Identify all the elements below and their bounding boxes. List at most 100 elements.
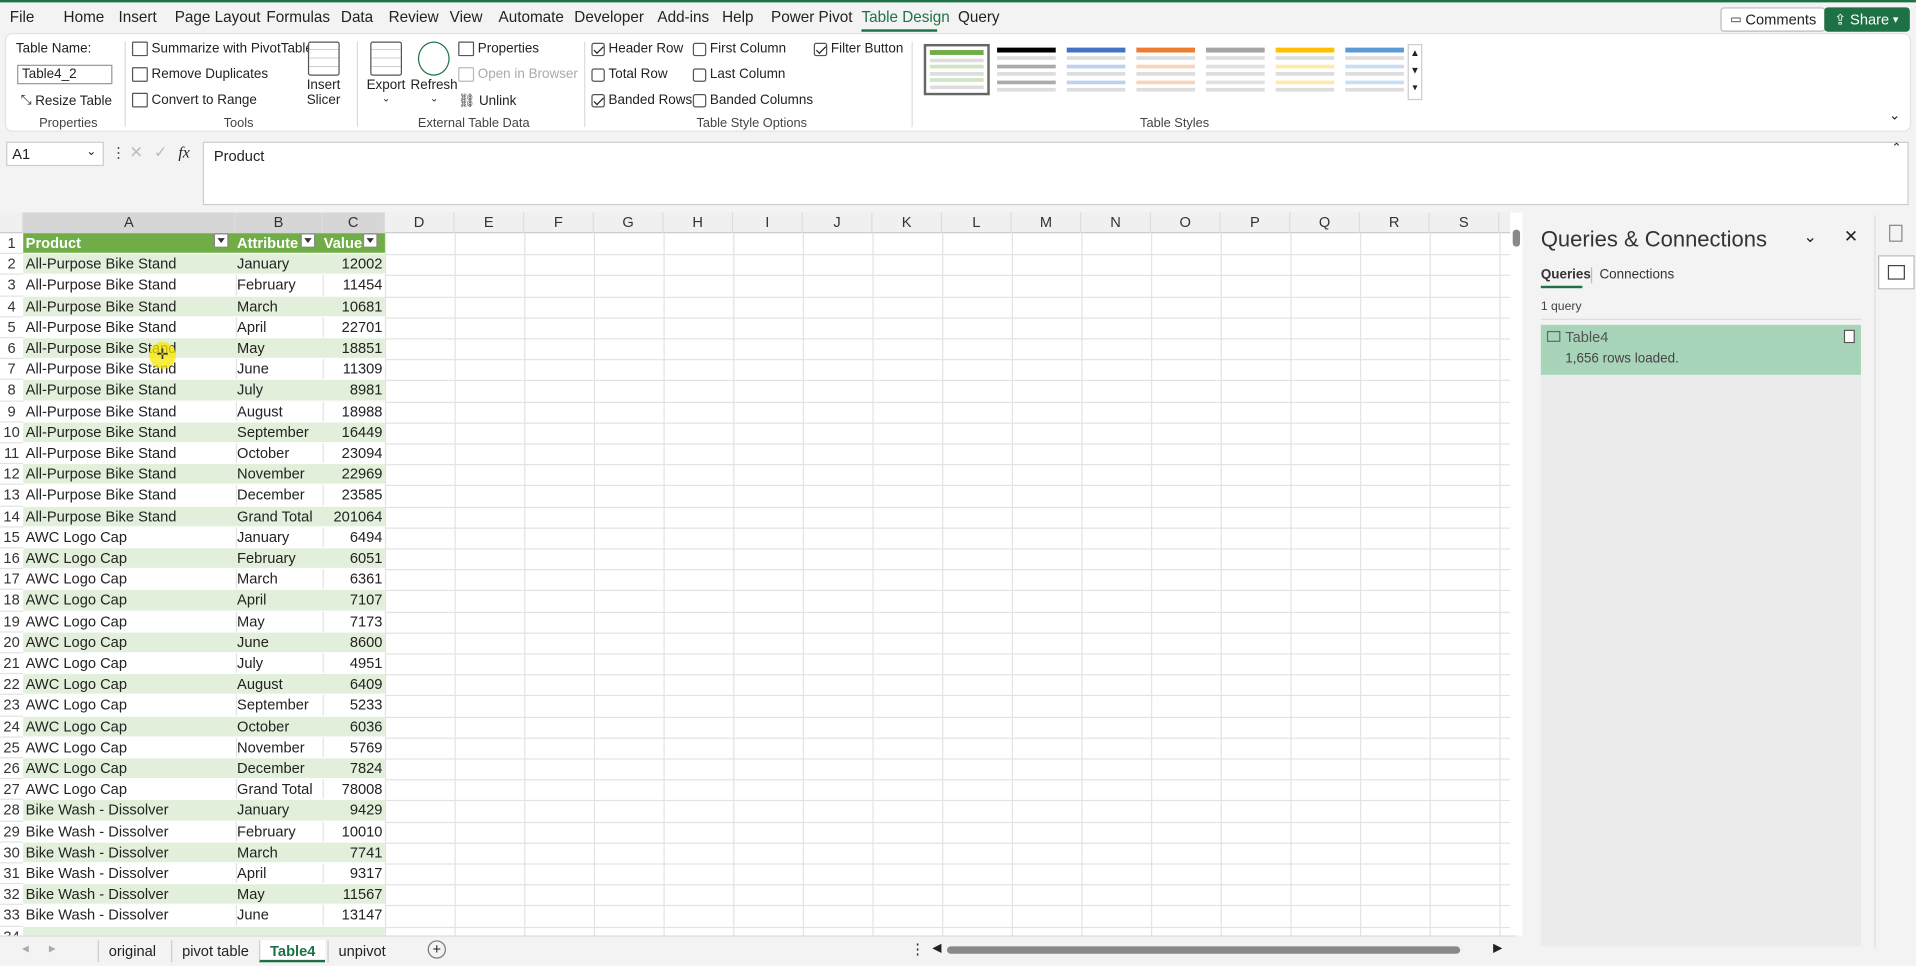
value-cell[interactable]: 7173 bbox=[324, 611, 383, 632]
first-column-option[interactable]: First Column bbox=[692, 42, 786, 56]
row-header[interactable]: 6 bbox=[0, 338, 24, 360]
attribute-cell[interactable]: May bbox=[237, 611, 320, 632]
table-row[interactable]: AWC Logo Cap September 5233 bbox=[23, 695, 385, 717]
table-row[interactable]: All-Purpose Bike Stand November 22969 bbox=[23, 464, 385, 486]
row-header[interactable]: 19 bbox=[0, 611, 24, 633]
attribute-cell[interactable]: October bbox=[237, 443, 320, 464]
attribute-cell[interactable]: Grand Total bbox=[237, 779, 320, 800]
value-cell[interactable]: 18988 bbox=[324, 401, 383, 422]
row-header[interactable]: 10 bbox=[0, 422, 24, 444]
row-header[interactable]: 33 bbox=[0, 905, 24, 927]
table-row[interactable]: All-Purpose Bike Stand March 10681 bbox=[23, 296, 385, 318]
menu-add-ins[interactable]: Add-ins bbox=[657, 9, 709, 26]
attribute-cell[interactable]: February bbox=[237, 275, 320, 296]
table-row[interactable]: AWC Logo Cap Grand Total 78008 bbox=[23, 779, 385, 801]
formula-input[interactable]: Product bbox=[202, 141, 1909, 206]
value-cell[interactable]: 13147 bbox=[324, 905, 383, 926]
table-row[interactable]: AWC Logo Cap January 6494 bbox=[23, 527, 385, 549]
product-cell[interactable]: All-Purpose Bike Stand bbox=[26, 443, 234, 464]
product-cell[interactable]: All-Purpose Bike Stand bbox=[26, 254, 234, 275]
attribute-cell[interactable]: November bbox=[237, 737, 320, 758]
attribute-cell[interactable]: November bbox=[237, 464, 320, 485]
menu-developer[interactable]: Developer bbox=[574, 9, 644, 26]
column-header-c[interactable]: C bbox=[322, 212, 385, 234]
value-cell[interactable]: 9317 bbox=[324, 863, 383, 884]
value-cell[interactable]: 22701 bbox=[324, 317, 383, 338]
product-cell[interactable]: AWC Logo Cap bbox=[26, 758, 234, 779]
row-header[interactable]: 24 bbox=[0, 716, 24, 738]
row-header[interactable]: 5 bbox=[0, 317, 24, 339]
value-cell[interactable]: 5769 bbox=[324, 737, 383, 758]
attribute-cell[interactable]: April bbox=[237, 863, 320, 884]
value-cell[interactable]: 11567 bbox=[324, 884, 383, 905]
table-row[interactable]: AWC Logo Cap May 7173 bbox=[23, 611, 385, 633]
header-row-option[interactable]: Header Row bbox=[591, 42, 683, 56]
banded-rows-checkbox[interactable] bbox=[591, 93, 605, 107]
column-header-a[interactable]: A bbox=[23, 212, 236, 234]
row-header[interactable]: 13 bbox=[0, 485, 24, 507]
table-row[interactable]: All-Purpose Bike Stand October 23094 bbox=[23, 443, 385, 465]
banded-columns-checkbox[interactable] bbox=[692, 93, 707, 107]
product-cell[interactable]: All-Purpose Bike Stand bbox=[26, 464, 234, 485]
menu-view[interactable]: View bbox=[450, 9, 483, 26]
row-header[interactable]: 34 bbox=[0, 926, 23, 936]
table-row-partial[interactable] bbox=[23, 926, 385, 936]
menu-home[interactable]: Home bbox=[64, 9, 105, 26]
column-header-r[interactable]: R bbox=[1360, 212, 1430, 234]
value-cell[interactable]: 16449 bbox=[324, 422, 383, 443]
attribute-cell[interactable]: April bbox=[237, 590, 320, 611]
row-header[interactable]: 9 bbox=[0, 401, 24, 423]
enter-icon[interactable]: ✓ bbox=[154, 143, 167, 163]
value-cell[interactable]: 6409 bbox=[324, 674, 383, 695]
attribute-cell[interactable]: February bbox=[237, 548, 320, 569]
table-row[interactable]: All-Purpose Bike Stand Grand Total 201064 bbox=[23, 506, 385, 528]
filter-dropdown-icon[interactable] bbox=[362, 233, 378, 248]
product-cell[interactable]: AWC Logo Cap bbox=[26, 716, 234, 737]
attribute-cell[interactable]: February bbox=[237, 821, 320, 842]
column-header-j[interactable]: J bbox=[803, 212, 873, 234]
row-header[interactable]: 3 bbox=[0, 275, 24, 297]
row-header[interactable]: 15 bbox=[0, 527, 24, 549]
table-row[interactable]: Bike Wash - Dissolver January 9429 bbox=[23, 800, 385, 822]
table-style-5[interactable] bbox=[1202, 44, 1268, 95]
worksheet-grid[interactable]: ABCDEFGHIJKLMNOPQRS 1 2 3 4 5 6 7 8 9 10 11 12 13 14 1… bbox=[0, 212, 1511, 936]
table-style-3[interactable] bbox=[1063, 44, 1129, 95]
row-header[interactable]: 25 bbox=[0, 737, 24, 759]
product-cell[interactable]: All-Purpose Bike Stand bbox=[26, 422, 234, 443]
column-header-m[interactable]: M bbox=[1012, 212, 1082, 234]
value-cell[interactable]: 8981 bbox=[324, 380, 383, 401]
column-header-d[interactable]: D bbox=[385, 212, 455, 234]
header-cell-0[interactable]: Product bbox=[26, 233, 217, 254]
table-row[interactable]: All-Purpose Bike Stand July 8981 bbox=[23, 380, 385, 402]
tab-scroll-left-icon[interactable]: ◂ bbox=[22, 940, 29, 957]
value-cell[interactable]: 10681 bbox=[324, 296, 383, 317]
product-cell[interactable]: All-Purpose Bike Stand bbox=[26, 296, 234, 317]
total-row-checkbox[interactable] bbox=[591, 67, 605, 82]
row-header[interactable]: 7 bbox=[0, 359, 24, 381]
table-row[interactable]: All-Purpose Bike Stand August 18988 bbox=[23, 401, 385, 423]
share-button[interactable]: ⇪ Share ▾ bbox=[1824, 7, 1910, 32]
header-cell-1[interactable]: Attribute bbox=[237, 233, 303, 254]
table-style-6[interactable] bbox=[1272, 44, 1338, 95]
table-row[interactable]: AWC Logo Cap March 6361 bbox=[23, 569, 385, 591]
value-cell[interactable]: 18851 bbox=[324, 338, 383, 359]
column-header-n[interactable]: N bbox=[1081, 212, 1152, 234]
table-style-1[interactable] bbox=[923, 43, 990, 96]
row-header[interactable]: 22 bbox=[0, 674, 24, 696]
value-cell[interactable]: 8600 bbox=[324, 632, 383, 653]
cancel-icon[interactable]: ✕ bbox=[130, 143, 143, 163]
menu-data[interactable]: Data bbox=[341, 9, 373, 26]
sheet-tab-original[interactable]: original bbox=[97, 940, 166, 963]
attribute-cell[interactable]: March bbox=[237, 296, 320, 317]
properties-button[interactable]: Properties bbox=[458, 41, 539, 57]
refresh-button[interactable]: Refresh ⌄ bbox=[411, 41, 458, 104]
value-cell[interactable]: 6036 bbox=[324, 716, 383, 737]
collapse-formula-icon[interactable]: ⌃ bbox=[1892, 142, 1902, 155]
product-cell[interactable]: All-Purpose Bike Stand bbox=[26, 401, 234, 422]
select-all-corner[interactable] bbox=[0, 212, 24, 234]
attribute-cell[interactable]: May bbox=[237, 884, 320, 905]
row-header[interactable]: 11 bbox=[0, 443, 24, 465]
value-cell[interactable]: 6361 bbox=[324, 569, 383, 590]
column-header-o[interactable]: O bbox=[1151, 212, 1221, 234]
row-header[interactable]: 1 bbox=[0, 233, 24, 255]
